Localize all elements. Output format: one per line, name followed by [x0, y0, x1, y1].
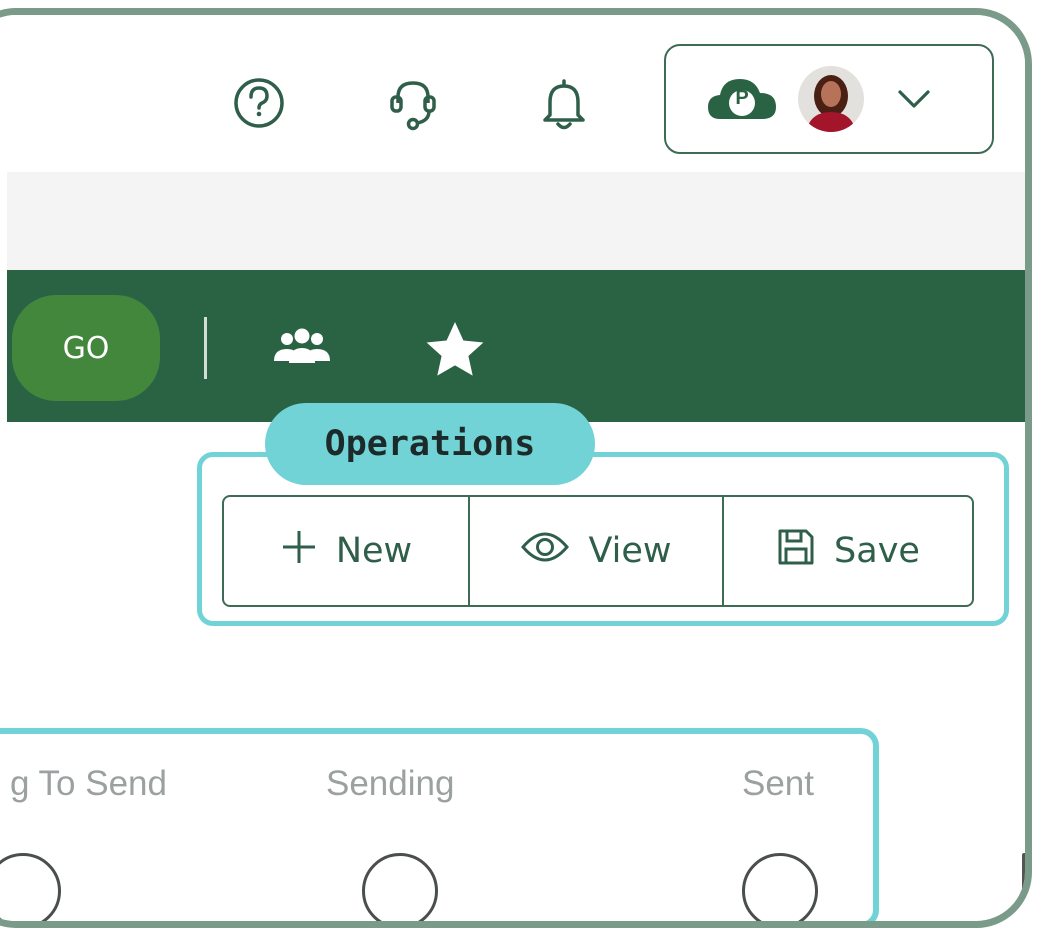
plus-icon [280, 528, 318, 575]
save-button[interactable]: Save [722, 497, 972, 605]
floppy-disk-icon [776, 527, 816, 576]
step-circle-sending [362, 853, 438, 921]
cloud-badge-letter: P [735, 87, 749, 109]
account-menu[interactable]: P [664, 44, 994, 154]
cloud-badge-icon: P [706, 73, 780, 129]
app-window-frame: P GO Operations New View Save g To Send … [0, 8, 1032, 928]
scrollbar-thumb[interactable] [1022, 853, 1025, 893]
app-viewport: P GO Operations New View Save g To Send … [0, 15, 1025, 921]
top-header: P [7, 15, 1025, 172]
secondary-bar [7, 172, 1025, 270]
step-label-sent: Sent [742, 764, 814, 803]
go-button[interactable]: GO [12, 295, 160, 401]
chevron-down-icon[interactable] [894, 82, 934, 116]
operations-button-group: New View Save [222, 495, 974, 607]
new-button[interactable]: New [224, 497, 468, 605]
operations-title: Operations [265, 403, 595, 485]
avatar[interactable] [798, 66, 864, 132]
headset-icon[interactable] [375, 65, 451, 141]
star-icon[interactable] [422, 317, 488, 383]
step-label-sending: Sending [326, 764, 455, 803]
save-button-label: Save [834, 531, 920, 571]
group-icon[interactable] [269, 317, 335, 383]
toolbar-divider [204, 317, 207, 379]
bell-icon[interactable] [526, 65, 602, 141]
step-circle-sent [742, 853, 818, 921]
view-button-label: View [588, 531, 672, 571]
new-button-label: New [335, 531, 413, 571]
eye-icon [520, 528, 570, 575]
help-circle-icon[interactable] [221, 65, 297, 141]
main-toolbar [7, 270, 1025, 422]
view-button[interactable]: View [468, 497, 722, 605]
step-label-to-send: g To Send [10, 764, 167, 803]
